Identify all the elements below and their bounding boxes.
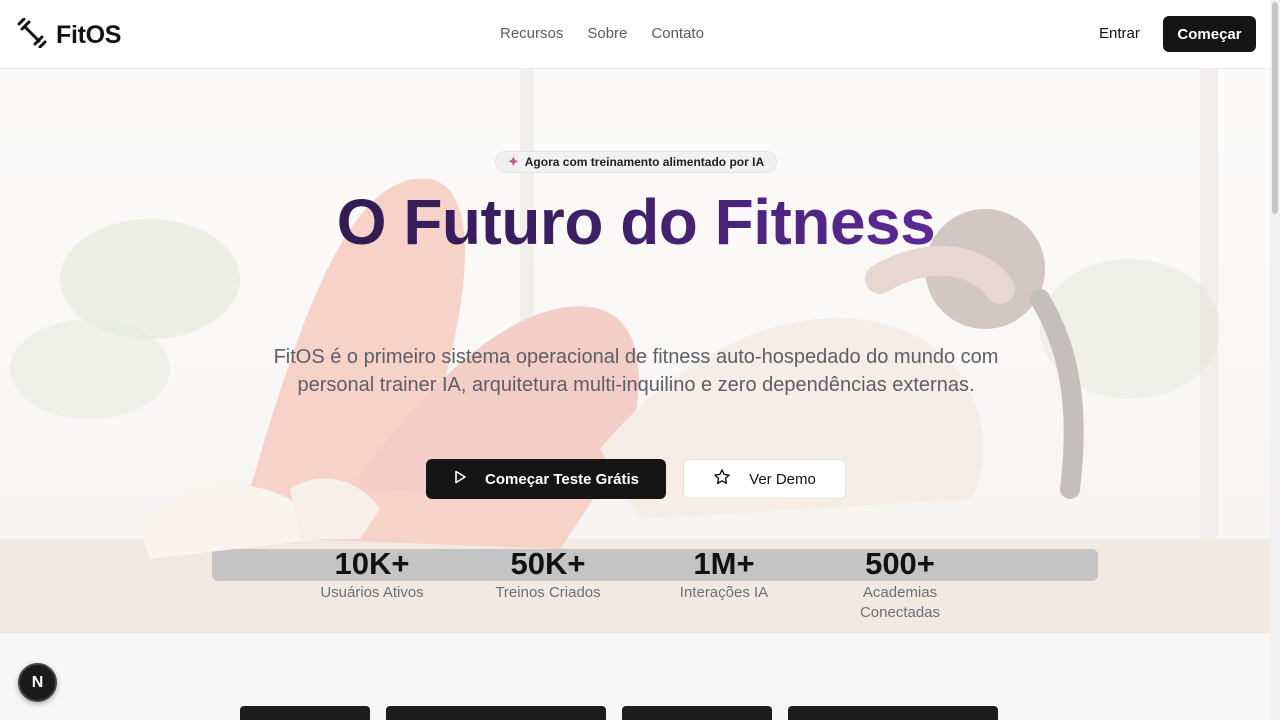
view-demo-button[interactable]: Ver Demo bbox=[683, 459, 846, 499]
brand-logo[interactable]: FitOS bbox=[16, 17, 122, 53]
rocket-icon: ✦ bbox=[507, 154, 519, 169]
next-section-heading-cutoff bbox=[240, 706, 1040, 720]
stat-label: Interações IA bbox=[679, 584, 769, 601]
announcement-badge: ✦ Agora com treinamento alimentado por I… bbox=[495, 151, 777, 173]
view-demo-label: Ver Demo bbox=[749, 470, 816, 488]
nav-link-contato[interactable]: Contato bbox=[651, 25, 704, 42]
get-started-button[interactable]: Começar bbox=[1163, 16, 1256, 52]
play-icon bbox=[453, 470, 467, 488]
stat-active-users: 10K+ Usuários Ativos bbox=[297, 545, 447, 603]
nav-link-sobre[interactable]: Sobre bbox=[587, 25, 627, 42]
login-link[interactable]: Entrar bbox=[1099, 25, 1140, 42]
stat-value: 1M+ bbox=[693, 546, 755, 581]
stat-label: Academias Conectadas bbox=[859, 584, 941, 621]
main-nav: Recursos Sobre Contato bbox=[500, 25, 704, 42]
hero-subtitle: FitOS é o primeiro sistema operacional d… bbox=[273, 346, 999, 396]
stat-label: Treinos Criados bbox=[495, 584, 601, 601]
dev-tools-button[interactable]: N bbox=[18, 663, 57, 702]
brand-name: FitOS bbox=[56, 21, 122, 49]
stat-value: 500+ bbox=[865, 546, 935, 581]
stat-label: Usuários Ativos bbox=[320, 584, 424, 601]
top-navbar: FitOS Recursos Sobre Contato Entrar Come… bbox=[0, 0, 1270, 69]
announcement-text: Agora com treinamento alimentado por IA bbox=[524, 155, 765, 169]
stat-value: 10K+ bbox=[334, 546, 410, 581]
hero-title: O Futuro do Fitness bbox=[0, 185, 1270, 259]
scrollbar-thumb[interactable] bbox=[1272, 2, 1278, 214]
page-scrollbar[interactable] bbox=[1270, 0, 1280, 720]
hero-section: ✦ Agora com treinamento alimentado por I… bbox=[0, 69, 1270, 633]
dumbbell-icon bbox=[16, 17, 48, 53]
star-icon bbox=[713, 468, 731, 490]
stat-value: 50K+ bbox=[510, 546, 586, 581]
start-free-trial-label: Começar Teste Grátis bbox=[485, 470, 639, 488]
stat-workouts-created: 50K+ Treinos Criados bbox=[473, 545, 623, 603]
nav-link-recursos[interactable]: Recursos bbox=[500, 25, 563, 42]
stat-connected-gyms: 500+ Academias Conectadas bbox=[825, 545, 975, 623]
stat-ai-interactions: 1M+ Interações IA bbox=[649, 545, 799, 603]
start-free-trial-button[interactable]: Começar Teste Grátis bbox=[426, 459, 666, 499]
